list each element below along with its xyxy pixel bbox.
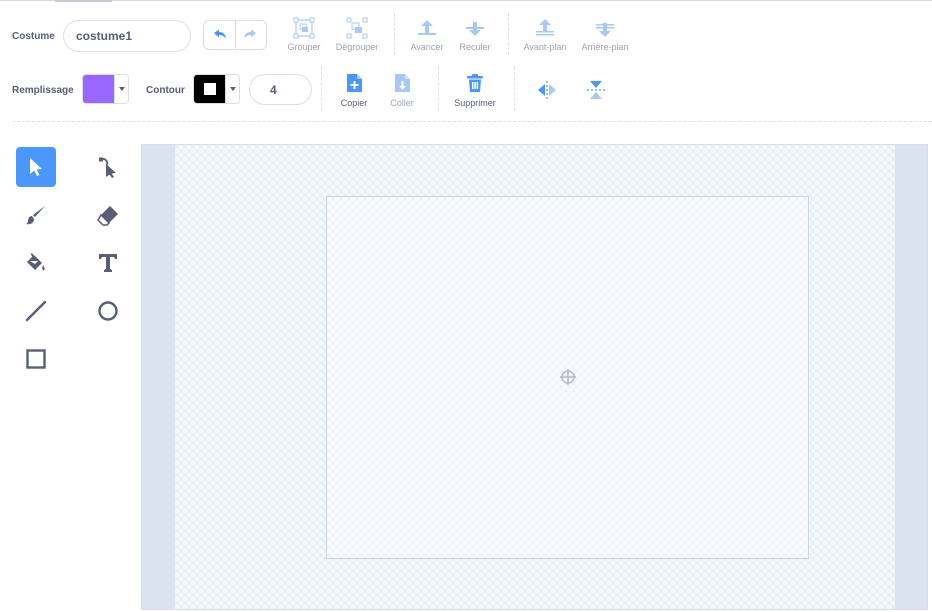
tool-eraser[interactable] — [88, 195, 128, 235]
ungroup-label: Dégrouper — [335, 42, 379, 52]
drawing-stage[interactable] — [326, 196, 809, 559]
brush-icon — [26, 206, 45, 225]
undo-icon — [214, 29, 226, 39]
fill-dropdown[interactable] — [114, 75, 128, 103]
redo-icon — [244, 29, 256, 39]
outline-inner-square — [203, 83, 216, 95]
separator — [394, 13, 395, 55]
forward-icon — [418, 20, 436, 35]
separator — [514, 67, 515, 111]
undo-redo-group — [203, 20, 267, 50]
eraser-icon — [97, 206, 118, 226]
fill-color-picker[interactable] — [82, 74, 129, 104]
tool-select[interactable] — [16, 147, 56, 187]
outline-color-swatch — [194, 75, 225, 103]
front-label: Avant-plan — [523, 42, 567, 52]
fill-label: Remplissage — [12, 85, 74, 96]
outline-color-picker[interactable] — [193, 74, 240, 104]
fill-bucket-icon — [27, 253, 45, 271]
circle-icon — [98, 301, 118, 321]
canvas-background — [175, 145, 895, 609]
backward-button[interactable]: Reculer — [454, 17, 496, 52]
tool-fill[interactable] — [16, 243, 56, 283]
copy-button[interactable]: Copier — [335, 73, 373, 108]
caret-down-icon — [229, 87, 236, 91]
paste-icon — [395, 74, 410, 92]
flip-vertical-button[interactable] — [586, 79, 606, 106]
fill-color-swatch — [83, 75, 114, 103]
reshape-icon — [99, 157, 116, 178]
group-label: Grouper — [287, 42, 321, 52]
backward-icon — [466, 22, 484, 36]
costume-name-input[interactable]: costume1 — [63, 20, 191, 52]
bring-to-front-icon — [536, 19, 554, 36]
outline-width-value: 4 — [270, 82, 277, 97]
front-button[interactable]: Avant-plan — [518, 17, 572, 52]
top-border — [0, 0, 932, 1]
paste-label: Coller — [390, 98, 414, 108]
paste-button[interactable]: Coller — [383, 73, 421, 108]
costume-center-icon — [560, 369, 576, 385]
undo-button[interactable] — [204, 21, 236, 49]
copy-icon — [347, 74, 362, 92]
select-arrow-icon — [30, 158, 42, 176]
redo-button[interactable] — [236, 21, 267, 49]
delete-button[interactable]: Supprimer — [449, 73, 501, 108]
text-icon — [99, 254, 117, 272]
trash-icon — [467, 74, 483, 92]
flip-horizontal-button[interactable] — [536, 80, 558, 105]
backward-label: Reculer — [459, 42, 491, 52]
canvas-workspace[interactable] — [141, 144, 928, 610]
tool-text[interactable] — [88, 243, 128, 283]
tab-indicator — [55, 0, 112, 2]
costume-name-value: costume1 — [76, 29, 133, 43]
outline-width-input[interactable]: 4 — [249, 74, 312, 105]
ungroup-button[interactable]: Dégrouper — [332, 17, 382, 52]
tool-line[interactable] — [16, 291, 56, 331]
separator — [321, 67, 322, 111]
group-button[interactable]: Grouper — [284, 17, 324, 52]
flip-horizontal-icon — [538, 81, 556, 99]
ungroup-icon — [346, 17, 368, 39]
separator — [508, 13, 509, 55]
group-icon — [293, 17, 315, 39]
tool-reshape[interactable] — [88, 147, 128, 187]
tool-rectangle[interactable] — [16, 339, 56, 379]
forward-label: Avancer — [410, 42, 444, 52]
forward-button[interactable]: Avancer — [406, 17, 448, 52]
tool-brush[interactable] — [16, 195, 56, 235]
caret-down-icon — [118, 87, 125, 91]
delete-label: Supprimer — [454, 98, 496, 108]
tool-circle[interactable] — [88, 291, 128, 331]
toolbar-divider — [12, 121, 932, 122]
line-icon — [25, 300, 47, 322]
outline-dropdown[interactable] — [225, 75, 239, 103]
flip-vertical-icon — [587, 81, 605, 99]
copy-label: Copier — [340, 98, 368, 108]
back-button[interactable]: Arrière-plan — [576, 17, 634, 52]
send-to-back-icon — [596, 23, 614, 37]
rectangle-icon — [26, 349, 46, 369]
outline-label: Contour — [146, 85, 185, 96]
separator — [438, 67, 439, 111]
back-label: Arrière-plan — [581, 42, 629, 52]
costume-label: Costume — [12, 31, 55, 42]
